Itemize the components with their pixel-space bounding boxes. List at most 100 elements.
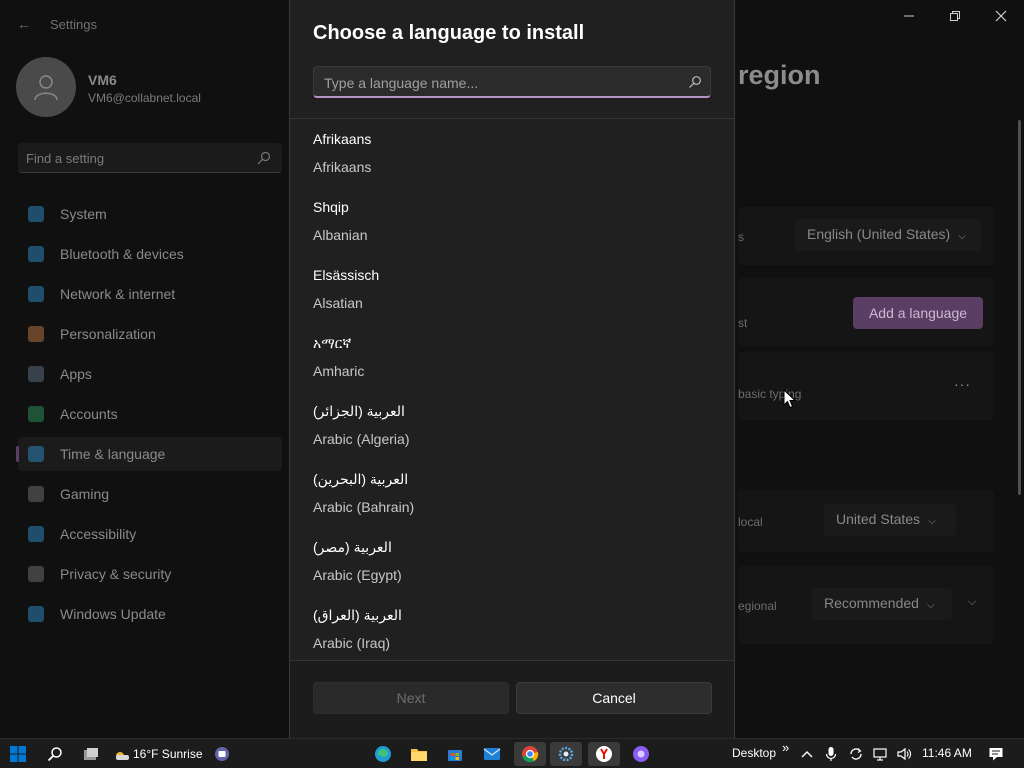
sidebar-item-label: System	[60, 206, 107, 222]
show-hidden-icons-button[interactable]	[798, 742, 816, 766]
speaker-icon	[897, 747, 911, 761]
language-native-name: Shqip	[313, 199, 349, 215]
language-list-item[interactable]: العربية (مصر) Arabic (Egypt)	[290, 527, 734, 595]
language-list-item[interactable]: العربية (العراق) Arabic (Iraq)	[290, 595, 734, 660]
toolbar-overflow-icon[interactable]: »	[782, 740, 789, 755]
sidebar-item-system[interactable]: System	[18, 197, 282, 231]
sidebar-item-label: Time & language	[60, 446, 166, 462]
settings-app[interactable]	[550, 742, 582, 766]
globe-clock-icon	[28, 446, 44, 462]
language-search[interactable]	[313, 66, 711, 98]
notification-center-icon	[989, 748, 1003, 761]
purple-app[interactable]	[628, 742, 654, 766]
find-setting-input[interactable]	[26, 149, 246, 167]
task-view-button[interactable]	[78, 742, 104, 766]
next-button[interactable]: Next	[313, 682, 509, 714]
scrollbar[interactable]	[1018, 120, 1021, 495]
minimize-button[interactable]	[889, 6, 929, 26]
desktop-toolbar-label[interactable]: Desktop	[732, 746, 776, 760]
chat-button[interactable]	[211, 742, 233, 766]
clock-time[interactable]: 11:46 AM	[922, 746, 972, 760]
sidebar-item-bluetooth-devices[interactable]: Bluetooth & devices	[18, 237, 282, 271]
chevron-down-icon: ⌵	[958, 231, 966, 242]
search-icon	[689, 76, 701, 88]
app-orb-icon	[633, 746, 649, 762]
wifi-icon	[28, 286, 44, 302]
display-language-value: English (United States)	[807, 226, 951, 242]
language-list-item[interactable]: Elsässisch Alsatian	[290, 255, 734, 323]
sidebar-item-label: Apps	[60, 366, 92, 382]
network-button[interactable]	[870, 742, 890, 766]
weather-widget[interactable]: 16°F Sunrise	[114, 742, 204, 766]
sidebar-item-privacy-security[interactable]: Privacy & security	[18, 557, 282, 591]
language-list-item[interactable]: አማርኛ Amharic	[290, 323, 734, 391]
sidebar-item-personalization[interactable]: Personalization	[18, 317, 282, 351]
user-profile[interactable]: VM6 VM6@collabnet.local	[16, 57, 276, 117]
file-explorer-app[interactable]	[406, 742, 432, 766]
shield-icon	[28, 566, 44, 582]
network-icon	[873, 748, 887, 761]
search-button[interactable]	[42, 742, 68, 766]
sidebar-item-apps[interactable]: Apps	[18, 357, 282, 391]
accessibility-icon	[28, 526, 44, 542]
start-button[interactable]	[4, 742, 32, 766]
sidebar-item-gaming[interactable]: Gaming	[18, 477, 282, 511]
language-list-item[interactable]: Shqip Albanian	[290, 187, 734, 255]
language-english-name: Amharic	[313, 363, 365, 379]
language-native-name: Afrikaans	[313, 131, 372, 147]
person-icon	[34, 75, 58, 101]
country-dropdown[interactable]: United States ⌵	[824, 504, 956, 536]
country-value: United States	[836, 511, 921, 527]
mail-icon	[483, 748, 501, 760]
language-list: Afrikaans Afrikaans Shqip Albanian Elsässisc…	[290, 119, 734, 660]
expand-chevron-icon[interactable]: ⌵	[968, 596, 976, 609]
add-language-button[interactable]: Add a language	[853, 297, 983, 329]
language-list-item[interactable]: العربية (البحرين) Arabic (Bahrain)	[290, 459, 734, 527]
dialog-footer: Next Cancel	[290, 660, 734, 738]
display-language-dropdown[interactable]: English (United States) ⌵	[795, 219, 981, 251]
sidebar-item-label: Gaming	[60, 486, 110, 502]
yandex-browser-app[interactable]	[588, 742, 620, 766]
regional-format-value: Recommended	[824, 595, 919, 611]
language-english-name: Afrikaans	[313, 159, 372, 175]
store-app[interactable]	[442, 742, 468, 766]
chat-icon	[215, 747, 229, 761]
restore-button[interactable]	[935, 6, 975, 26]
microphone-button[interactable]	[822, 742, 840, 766]
minimize-icon	[904, 15, 914, 17]
sidebar-item-time-language[interactable]: Time & language	[16, 437, 282, 471]
find-setting-search[interactable]	[18, 143, 282, 173]
sidebar-item-label: Windows Update	[60, 606, 166, 622]
chrome-app[interactable]	[514, 742, 546, 766]
volume-button[interactable]	[894, 742, 914, 766]
sidebar-item-windows-update[interactable]: Windows Update	[18, 597, 282, 631]
language-list-item[interactable]: العربية (الجزائر) Arabic (Algeria)	[290, 391, 734, 459]
card-label: local	[738, 515, 763, 529]
more-options-button[interactable]: ···	[954, 376, 971, 392]
apps-icon	[28, 366, 44, 382]
notifications-button[interactable]	[984, 742, 1008, 766]
cancel-button[interactable]: Cancel	[516, 682, 712, 714]
back-arrow-icon[interactable]: ←	[14, 14, 34, 34]
avatar	[16, 57, 76, 117]
language-search-input[interactable]	[324, 74, 674, 92]
sidebar-item-accounts[interactable]: Accounts	[18, 397, 282, 431]
regional-format-dropdown[interactable]: Recommended ⌵	[812, 588, 952, 620]
store-icon	[448, 750, 462, 761]
sidebar-item-network-internet[interactable]: Network & internet	[18, 277, 282, 311]
mail-app[interactable]	[478, 742, 506, 766]
user-name: VM6	[88, 72, 117, 88]
sidebar-item-label: Network & internet	[60, 286, 176, 302]
taskbar: 16°F Sunrise Desktop » 11:46 AM	[0, 738, 1024, 768]
language-native-name: አማርኛ	[313, 335, 352, 351]
language-english-name: Albanian	[313, 227, 368, 243]
close-button[interactable]	[981, 6, 1021, 26]
language-list-item[interactable]: Afrikaans Afrikaans	[290, 119, 734, 187]
language-english-name: Arabic (Iraq)	[313, 635, 391, 651]
language-english-name: Alsatian	[313, 295, 363, 311]
chevron-up-icon	[801, 751, 813, 758]
sync-status-button[interactable]	[846, 742, 866, 766]
language-english-name: Arabic (Bahrain)	[313, 499, 415, 515]
sidebar-item-accessibility[interactable]: Accessibility	[18, 517, 282, 551]
edge-app[interactable]	[370, 742, 396, 766]
